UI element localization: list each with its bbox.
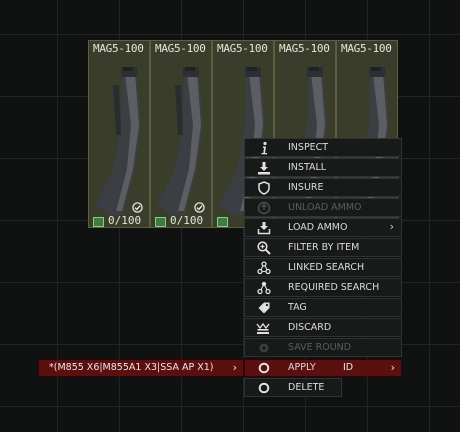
- menu-item-insure[interactable]: INSURE: [244, 178, 402, 197]
- item-title: MAG5-100: [341, 42, 392, 55]
- circle-icon: [258, 382, 270, 394]
- tag-icon: [217, 217, 228, 227]
- magazine-icon: [95, 67, 141, 215]
- install-icon: [258, 162, 270, 175]
- menu-item-label: TAG: [288, 302, 307, 313]
- magazine-slot[interactable]: MAG5-100 0/100: [88, 40, 150, 228]
- linked-search-icon: [257, 261, 271, 275]
- menu-item-label: LINKED SEARCH: [288, 262, 365, 273]
- tag-icon: [155, 217, 166, 227]
- shield-icon: [258, 181, 270, 195]
- tag-icon: [258, 302, 270, 314]
- item-title: MAG5-100: [155, 42, 206, 55]
- menu-item-label: UNLOAD AMMO: [288, 202, 362, 213]
- load-ammo-icon: [257, 222, 271, 235]
- menu-item-delete[interactable]: DELETE: [244, 378, 342, 397]
- filter-icon: [257, 241, 271, 255]
- menu-item-label: SAVE ROUND: [288, 342, 352, 353]
- chevron-right-icon: ›: [389, 220, 394, 233]
- menu-item-label: INSURE: [288, 182, 324, 193]
- menu-item-unload-ammo[interactable]: UNLOAD AMMO: [244, 198, 402, 217]
- menu-item-discard[interactable]: DISCARD: [244, 318, 402, 337]
- info-icon: [261, 141, 267, 155]
- menu-item-label: DELETE: [288, 382, 325, 393]
- menu-item-label: FILTER BY ITEM: [288, 242, 360, 253]
- circle-icon: [258, 362, 270, 374]
- magazine-icon: [157, 67, 203, 215]
- item-title: MAG5-100: [93, 42, 144, 55]
- required-search-icon: [257, 281, 271, 295]
- ammo-preset-label: *(M855 X6|M855A1 X3|SSA AP X1): [49, 362, 214, 373]
- menu-item-label: INSPECT: [288, 142, 329, 153]
- menu-item-tag[interactable]: TAG: [244, 298, 402, 317]
- menu-item-filter-by-item[interactable]: FILTER BY ITEM: [244, 238, 402, 257]
- check-icon: [194, 202, 205, 213]
- ammo-count: 0/100: [108, 214, 142, 227]
- menu-item-inspect[interactable]: INSPECT: [244, 138, 402, 157]
- discard-icon: [256, 322, 270, 334]
- menu-item-load-ammo[interactable]: LOAD AMMO ›: [244, 218, 402, 237]
- save-icon: [259, 343, 269, 353]
- menu-item-label: APPLY: [288, 362, 316, 373]
- magazine-slot[interactable]: MAG5-100 0/100: [150, 40, 212, 228]
- menu-item-save-round[interactable]: SAVE ROUND: [244, 338, 402, 357]
- menu-item-label: DISCARD: [288, 322, 332, 333]
- ammo-preset-item[interactable]: *(M855 X6|M855A1 X3|SSA AP X1) ›: [38, 359, 244, 377]
- unload-icon: [257, 201, 271, 215]
- menu-item-install[interactable]: INSTALL: [244, 158, 402, 177]
- menu-item-required-search[interactable]: REQUIRED SEARCH: [244, 278, 402, 297]
- ammo-count: 0/100: [170, 214, 204, 227]
- tag-icon: [93, 217, 104, 227]
- item-title: MAG5-100: [217, 42, 268, 55]
- menu-item-linked-search[interactable]: LINKED SEARCH: [244, 258, 402, 277]
- item-title: MAG5-100: [279, 42, 330, 55]
- check-icon: [132, 202, 143, 213]
- menu-item-label: LOAD AMMO: [288, 222, 348, 233]
- menu-item-label: INSTALL: [288, 162, 327, 173]
- menu-item-label: REQUIRED SEARCH: [288, 282, 380, 293]
- chevron-right-icon: ›: [232, 361, 237, 374]
- menu-item-apply[interactable]: APPLY: [244, 358, 402, 377]
